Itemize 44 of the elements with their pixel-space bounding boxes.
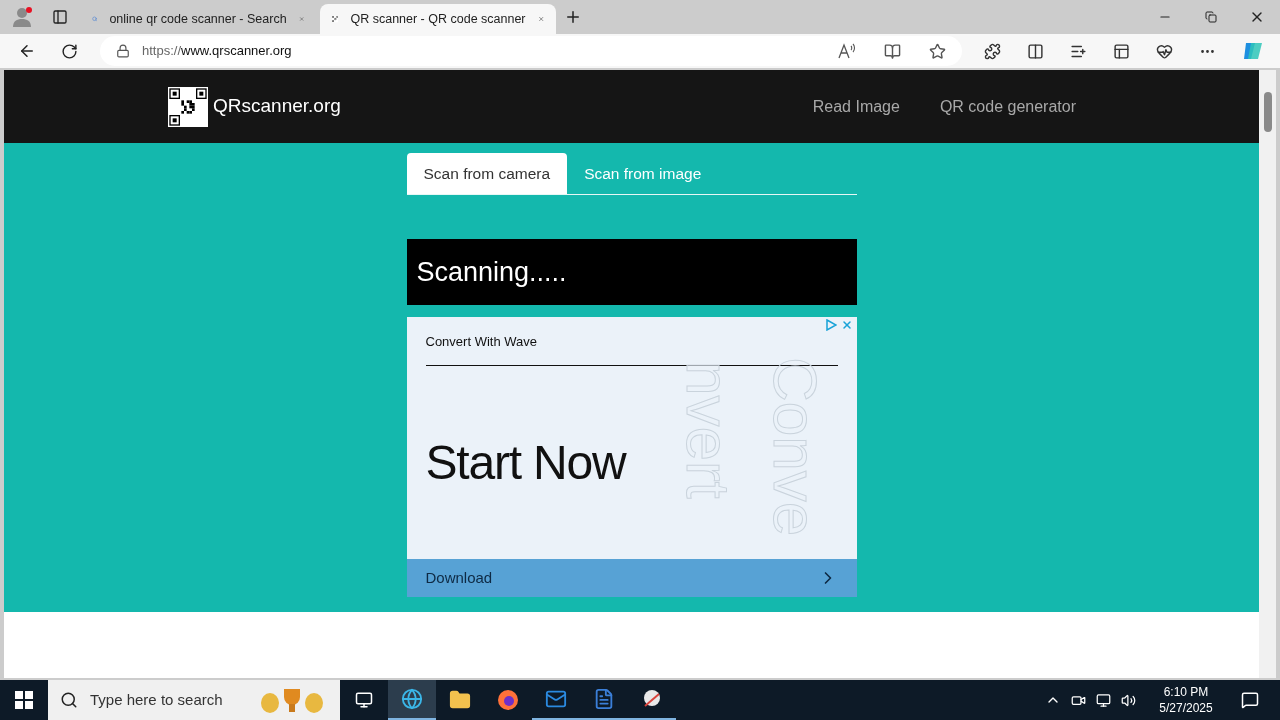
- split-screen-icon[interactable]: [1027, 42, 1044, 60]
- back-icon[interactable]: [18, 42, 36, 60]
- ad-headline: Start Now: [425, 434, 626, 491]
- browser-tab[interactable]: online qr code scanner - Search: [80, 4, 316, 34]
- tab-title: QR scanner - QR code scanner: [350, 10, 526, 28]
- tab-actions-icon[interactable]: [52, 9, 68, 25]
- windows-start-icon[interactable]: [15, 691, 33, 709]
- restore-icon[interactable]: [1205, 11, 1217, 23]
- clock-time: 6:10 PM: [1163, 684, 1209, 700]
- browser-essentials-icon[interactable]: [1156, 42, 1173, 60]
- notifications-icon[interactable]: [1241, 691, 1259, 709]
- clock-date: 5/27/2025: [1159, 700, 1213, 716]
- collections-icon[interactable]: [1113, 42, 1130, 60]
- copilot-icon[interactable]: [1242, 40, 1264, 62]
- taskbar-search-field[interactable]: Type here to search: [48, 680, 340, 720]
- scan-tab[interactable]: Scan from camera: [406, 153, 568, 194]
- download-button[interactable]: Download: [406, 559, 857, 597]
- new-tab-icon[interactable]: [564, 8, 582, 26]
- url-text: https://www.qrscanner.org: [142, 42, 292, 61]
- firefox-icon[interactable]: [497, 689, 519, 711]
- site-logo[interactable]: QRscanner.org: [213, 92, 341, 121]
- nav-link[interactable]: QR code generator: [939, 94, 1076, 119]
- extensions-icon[interactable]: [984, 42, 1001, 60]
- task-view-icon[interactable]: [355, 691, 373, 709]
- reload-icon[interactable]: [60, 42, 78, 60]
- volume-icon[interactable]: [1121, 692, 1136, 708]
- lock-icon: [116, 44, 130, 58]
- nav-link[interactable]: Read Image: [812, 94, 900, 119]
- network-icon[interactable]: [1096, 692, 1111, 708]
- immersive-reader-icon[interactable]: [884, 42, 901, 60]
- browser-tab[interactable]: QR scanner - QR code scanner: [320, 4, 556, 34]
- address-bar[interactable]: https://www.qrscanner.org: [100, 36, 962, 66]
- search-placeholder: Type here to search: [90, 689, 224, 710]
- ad-choices-icon[interactable]: [825, 319, 837, 331]
- outlook-icon[interactable]: [545, 688, 567, 710]
- qr-logo-icon: [168, 86, 208, 127]
- file-explorer-icon[interactable]: [449, 689, 471, 711]
- scanning-status: Scanning.....: [416, 255, 567, 289]
- ad-brand: Convert With Wave: [425, 334, 537, 349]
- tab-title: online qr code scanner - Search: [109, 10, 287, 28]
- read-aloud-icon[interactable]: [838, 43, 856, 59]
- favorite-icon[interactable]: [929, 42, 946, 60]
- word-icon[interactable]: [593, 688, 615, 710]
- profile-icon[interactable]: [11, 6, 33, 28]
